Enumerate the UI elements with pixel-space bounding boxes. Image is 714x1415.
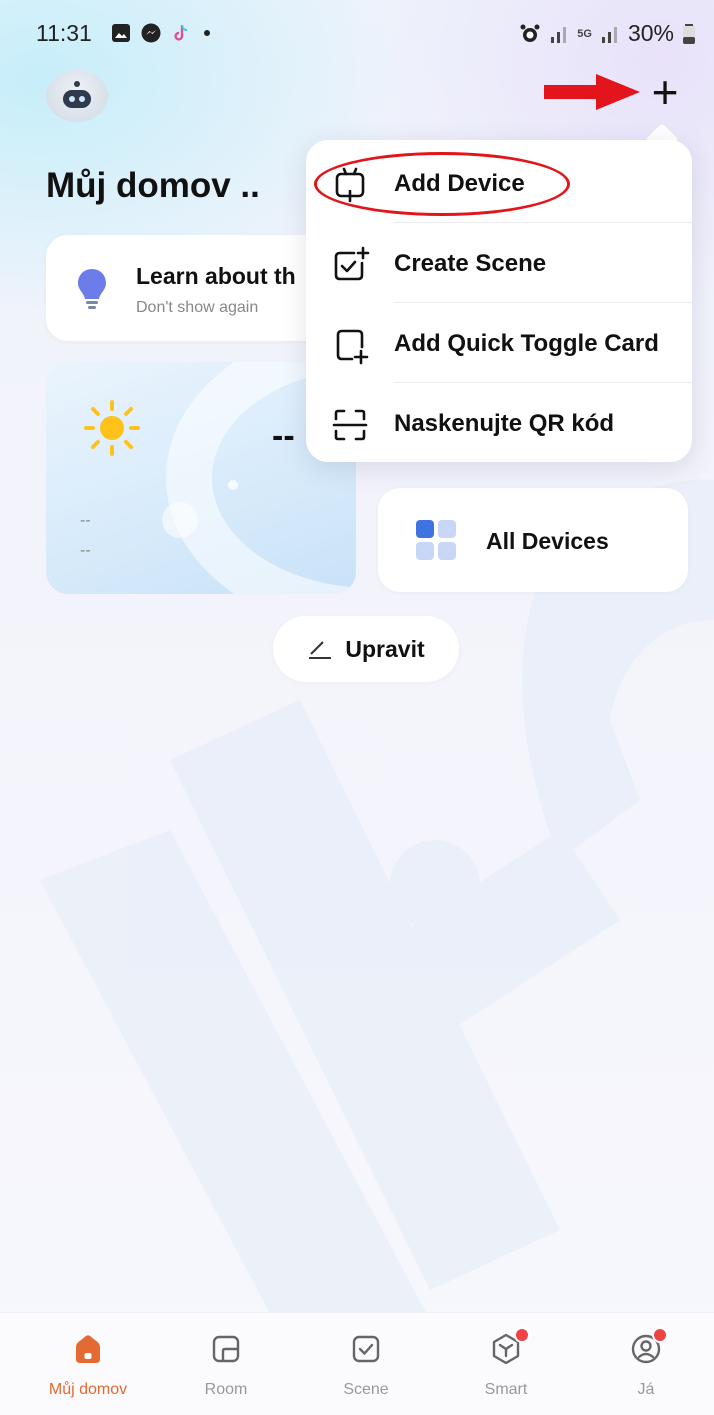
- tiktok-icon: [174, 24, 188, 41]
- gallery-icon: [112, 24, 130, 42]
- menu-item-label: Add Device: [394, 170, 525, 197]
- nav-label: Smart: [484, 1381, 528, 1398]
- pencil-icon: [309, 641, 332, 659]
- status-bar: 11:31 5G 30%: [0, 0, 714, 66]
- all-devices-label: All Devices: [486, 528, 609, 554]
- nav-item-home[interactable]: Můj domov: [28, 1313, 148, 1415]
- signal-icon-sim2: [601, 26, 617, 43]
- temperature-value: --: [272, 417, 295, 455]
- scene-icon: [352, 1335, 380, 1363]
- app-screen: 11:31 5G 30% + Můj domov .. Learn about …: [0, 0, 714, 1415]
- scan-qr-icon: [332, 409, 368, 441]
- weather-decoration-dot: [228, 480, 238, 490]
- menu-item-label: Add Quick Toggle Card: [394, 330, 659, 357]
- all-devices-card[interactable]: All Devices: [378, 488, 688, 592]
- notification-icons: [110, 22, 214, 44]
- edit-button[interactable]: Upravit: [273, 616, 459, 682]
- bottom-nav: Můj domov Room Scene Smart Já: [0, 1312, 714, 1415]
- home-title[interactable]: Můj domov ..: [46, 166, 260, 206]
- dont-show-again-link[interactable]: Don't show again: [136, 299, 258, 317]
- network-type-label: 5G: [577, 27, 592, 40]
- device-monitor-icon: [335, 167, 365, 203]
- card-add-icon: [336, 329, 369, 365]
- menu-item-label: Create Scene: [394, 250, 547, 277]
- sun-icon: [84, 400, 140, 456]
- edit-label: Upravit: [345, 635, 425, 662]
- dot-icon: [204, 30, 210, 36]
- nav-label: Můj domov: [48, 1381, 128, 1398]
- nav-item-smart[interactable]: Smart: [446, 1313, 566, 1415]
- weather-decoration-dot: [162, 502, 198, 538]
- battery-icon: [683, 23, 695, 44]
- nav-label: Scene: [343, 1381, 389, 1398]
- learn-card-title: Learn about th: [136, 263, 296, 289]
- weather-detail-2: --: [80, 542, 91, 559]
- add-button[interactable]: +: [640, 69, 690, 115]
- notification-badge: [652, 1327, 668, 1343]
- nav-item-scene[interactable]: Scene: [306, 1313, 426, 1415]
- system-icons: 5G 30%: [519, 20, 696, 47]
- nav-label: Room: [204, 1381, 248, 1398]
- nav-item-room[interactable]: Room: [166, 1313, 286, 1415]
- annotation-arrow-icon: [544, 74, 640, 110]
- room-icon: [212, 1335, 240, 1363]
- battery-percent: 30%: [627, 20, 674, 46]
- menu-item-create-scene[interactable]: Create Scene: [306, 223, 692, 303]
- assistant-avatar-button[interactable]: [46, 70, 108, 122]
- messenger-icon: [141, 23, 161, 43]
- devices-grid-icon: [416, 520, 456, 560]
- scene-add-icon: [334, 246, 370, 281]
- status-time: 11:31: [36, 20, 92, 46]
- signal-icon-sim1: [551, 26, 567, 43]
- lightbulb-icon: [78, 269, 106, 309]
- menu-item-scan-qr[interactable]: Naskenujte QR kód: [306, 383, 692, 463]
- alarm-icon: [520, 24, 540, 42]
- home-icon: [76, 1335, 100, 1363]
- menu-item-add-quick-toggle-card[interactable]: Add Quick Toggle Card: [306, 303, 692, 383]
- notification-badge: [514, 1327, 530, 1343]
- add-menu-dropdown: Add Device Create Scene Add Quick Toggle…: [306, 140, 692, 462]
- nav-item-profile[interactable]: Já: [586, 1313, 706, 1415]
- weather-detail-1: --: [80, 512, 91, 529]
- menu-item-label: Naskenujte QR kód: [394, 410, 615, 437]
- robot-icon: [63, 81, 91, 108]
- nav-label: Já: [637, 1381, 655, 1398]
- menu-item-add-device[interactable]: Add Device: [306, 143, 692, 223]
